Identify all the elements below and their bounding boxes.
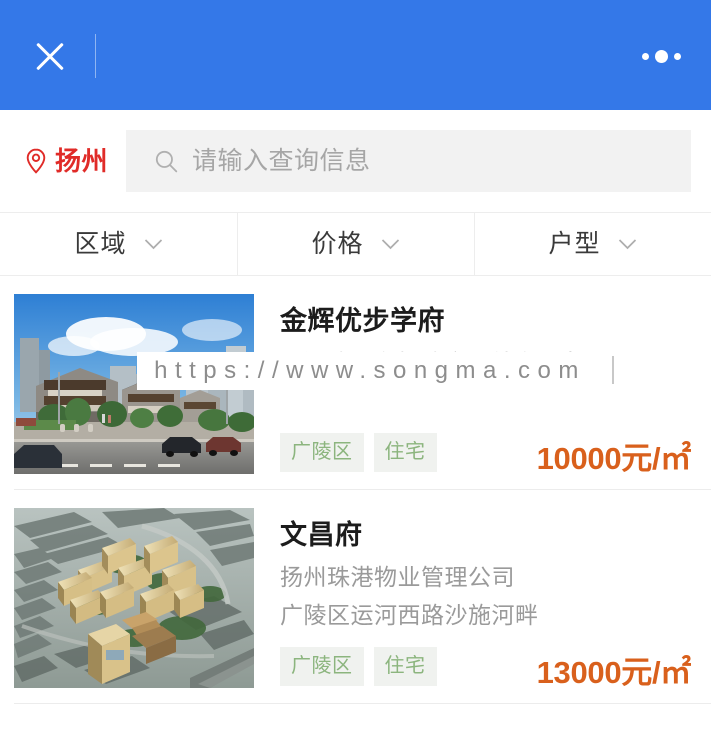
more-dot-center (655, 49, 668, 63)
filter-price[interactable]: 价格 (237, 213, 474, 275)
navigation-header (0, 0, 711, 110)
listing-item[interactable]: 文昌府 扬州珠港物业管理公司 广陵区运河西路沙施河畔 广陵区 住宅 13000元… (0, 490, 711, 704)
filter-price-label: 价格 (311, 229, 364, 258)
listing-list: 金辉优步学府 西湖路与台扬路交汇处东北角 广陵区 住宅 10000元/㎡ 文昌府… (0, 276, 711, 704)
more-options-icon[interactable] (642, 49, 681, 63)
listing-tag-type: 住宅 (373, 433, 437, 472)
search-icon (155, 150, 178, 172)
listing-tag-district: 广陵区 (280, 433, 364, 472)
location-pin-icon (26, 148, 46, 174)
listing-footer: 广陵区 住宅 13000元/㎡ (280, 647, 697, 688)
nav-divider (95, 34, 96, 78)
listing-tags: 广陵区 住宅 (280, 433, 437, 474)
search-input[interactable]: 请输入查询信息 (126, 130, 691, 192)
listing-tag-type: 住宅 (373, 647, 437, 686)
chevron-down-icon (618, 239, 636, 250)
listing-item[interactable]: 金辉优步学府 西湖路与台扬路交汇处东北角 广陵区 住宅 10000元/㎡ (0, 276, 711, 490)
more-dot-right (674, 52, 681, 60)
close-icon[interactable] (30, 36, 70, 76)
listing-tag-district: 广陵区 (280, 647, 364, 686)
filter-area[interactable]: 区域 (0, 213, 237, 275)
mini-program-page: 扬州 请输入查询信息 区域 价格 户型 金辉优步学府 西湖路与台扬路交汇处东北角… (0, 0, 711, 742)
listing-tags: 广陵区 住宅 (280, 647, 437, 688)
filter-bar: 区域 价格 户型 (0, 212, 711, 276)
more-dot-left (642, 52, 649, 60)
listing-address: 广陵区运河西路沙施河畔 (280, 601, 539, 628)
listing-title: 文昌府 (280, 520, 363, 550)
listing-thumbnail[interactable] (14, 508, 254, 688)
listing-title: 金辉优步学府 (280, 306, 445, 336)
aerial-view-rendering (14, 508, 254, 688)
search-placeholder: 请输入查询信息 (192, 146, 371, 175)
filter-area-label: 区域 (74, 229, 127, 258)
filter-layout-label: 户型 (548, 229, 601, 258)
street-view-rendering (14, 294, 254, 474)
city-name: 扬州 (55, 146, 109, 176)
filter-layout[interactable]: 户型 (474, 213, 711, 275)
nav-left-controls (30, 0, 96, 110)
listing-info: 文昌府 扬州珠港物业管理公司 广陵区运河西路沙施河畔 广陵区 住宅 13000元… (254, 508, 697, 688)
listing-company: 扬州珠港物业管理公司 (280, 564, 515, 591)
chevron-down-icon (381, 239, 399, 250)
listing-price: 10000元/㎡ (536, 441, 692, 476)
listing-footer: 广陵区 住宅 10000元/㎡ (280, 433, 697, 474)
listing-info: 金辉优步学府 西湖路与台扬路交汇处东北角 广陵区 住宅 10000元/㎡ (254, 294, 697, 474)
search-row: 扬州 请输入查询信息 (0, 110, 711, 212)
city-selector[interactable]: 扬州 (25, 148, 108, 174)
listing-thumbnail[interactable] (14, 294, 254, 474)
chevron-down-icon (144, 239, 162, 250)
listing-price: 13000元/㎡ (536, 655, 692, 690)
listing-address: 西湖路与台扬路交汇处东北角 (280, 350, 586, 377)
